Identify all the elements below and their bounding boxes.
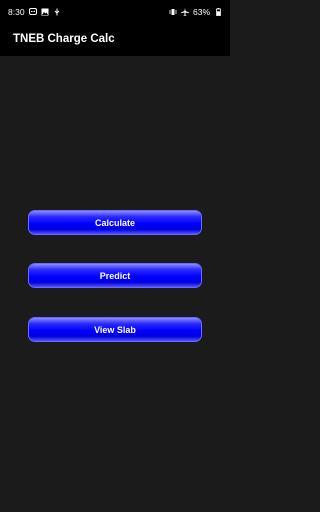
message-icon (28, 8, 37, 16)
app-title: TNEB Charge Calc (13, 33, 115, 45)
battery-icon (214, 8, 222, 16)
predict-button-label: Predict (99, 270, 131, 281)
predict-button[interactable]: Predict (28, 263, 202, 288)
app-bar: TNEB Charge Calc (0, 24, 230, 56)
status-bar: 8:30 63% (0, 0, 230, 24)
main-content: Calculate Predict View Slab (0, 56, 230, 512)
usb-icon (53, 8, 61, 16)
status-left: 8:30 (8, 7, 61, 17)
calculate-button[interactable]: Calculate (28, 210, 202, 235)
battery-percent: 63% (192, 7, 210, 17)
image-icon (41, 8, 49, 16)
status-time: 8:30 (8, 7, 25, 17)
vibrate-icon (169, 8, 177, 16)
view-slab-button[interactable]: View Slab (28, 317, 202, 342)
airplane-icon (180, 8, 189, 16)
view-slab-button-label: View Slab (94, 324, 136, 335)
calculate-button-label: Calculate (94, 217, 136, 228)
status-right: 63% (169, 7, 222, 17)
